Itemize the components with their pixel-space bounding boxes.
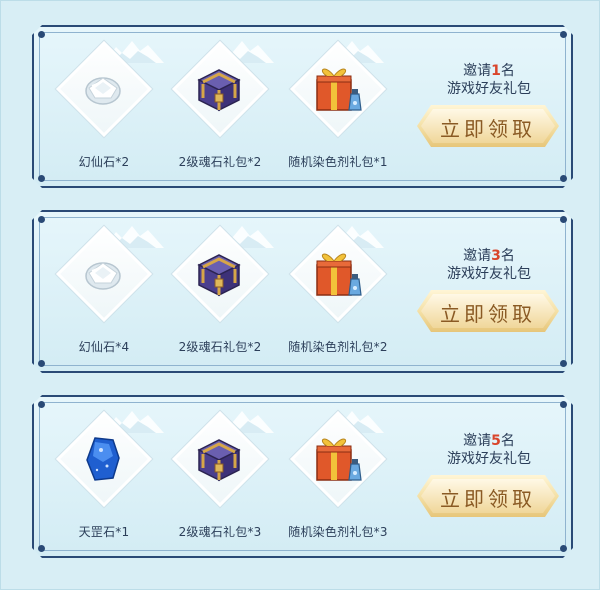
item-label: 天罡石*1 [78,525,130,539]
gift-label: 游戏好友礼包 [447,81,531,97]
invite-rewards-panel: 幻仙石*2 2级魂石礼包*2 随机染色剂礼包*1 邀请1名 游戏好友礼包 立即领… [0,0,600,590]
blue-gem-icon [73,428,133,488]
reward-item[interactable]: 随机染色剂礼包*3 [278,397,398,560]
item-label: 随机染色剂礼包*3 [288,525,388,539]
item-label: 2级魂石礼包*2 [178,155,262,169]
claim-button-label: 立即领取 [440,487,536,511]
invite-count: 1 [491,63,501,79]
reward-tier-card: 天罡石*1 2级魂石礼包*3 随机染色剂礼包*3 邀请5名 游戏好友礼包 立即领… [32,395,573,558]
item-frame [290,226,384,320]
gift-label: 游戏好友礼包 [447,451,531,467]
claim-button[interactable]: 立即领取 [417,475,559,517]
reward-item[interactable]: 2级魂石礼包*2 [160,27,280,190]
treasure-chest-icon [189,243,249,303]
item-frame [56,226,150,320]
reward-item[interactable]: 随机染色剂礼包*2 [278,212,398,375]
reward-item[interactable]: 2级魂石礼包*3 [160,397,280,560]
reward-item[interactable]: 幻仙石*4 [44,212,164,375]
claim-button[interactable]: 立即领取 [417,105,559,147]
item-label: 2级魂石礼包*3 [178,525,262,539]
claim-button[interactable]: 立即领取 [417,290,559,332]
crystal-icon [73,243,133,303]
treasure-chest-icon [189,58,249,118]
claim-button-label: 立即领取 [440,302,536,326]
item-label: 幻仙石*2 [78,155,130,169]
item-frame [172,411,266,505]
reward-claim-area: 邀请3名 游戏好友礼包 立即领取 [414,212,564,375]
item-label: 幻仙石*4 [78,340,130,354]
gift-label: 游戏好友礼包 [447,266,531,282]
treasure-chest-icon [189,428,249,488]
gift-box-icon [307,243,367,303]
gift-box-icon [307,58,367,118]
item-frame [56,411,150,505]
item-frame [290,411,384,505]
claim-button-label: 立即领取 [440,117,536,141]
reward-item[interactable]: 幻仙石*2 [44,27,164,190]
crystal-icon [73,58,133,118]
item-frame [56,41,150,135]
invite-count: 5 [491,433,501,449]
reward-tier-card: 幻仙石*2 2级魂石礼包*2 随机染色剂礼包*1 邀请1名 游戏好友礼包 立即领… [32,25,573,188]
item-label: 随机染色剂礼包*1 [288,155,388,169]
item-frame [172,226,266,320]
item-label: 随机染色剂礼包*2 [288,340,388,354]
invite-count: 3 [491,248,501,264]
reward-tier-card: 幻仙石*4 2级魂石礼包*2 随机染色剂礼包*2 邀请3名 游戏好友礼包 立即领… [32,210,573,373]
item-frame [172,41,266,135]
reward-item[interactable]: 2级魂石礼包*2 [160,212,280,375]
invite-requirement: 邀请5名 [463,433,515,449]
item-frame [290,41,384,135]
invite-requirement: 邀请1名 [463,63,515,79]
reward-item[interactable]: 天罡石*1 [44,397,164,560]
reward-claim-area: 邀请5名 游戏好友礼包 立即领取 [414,397,564,560]
gift-box-icon [307,428,367,488]
reward-item[interactable]: 随机染色剂礼包*1 [278,27,398,190]
invite-requirement: 邀请3名 [463,248,515,264]
item-label: 2级魂石礼包*2 [178,340,262,354]
reward-claim-area: 邀请1名 游戏好友礼包 立即领取 [414,27,564,190]
